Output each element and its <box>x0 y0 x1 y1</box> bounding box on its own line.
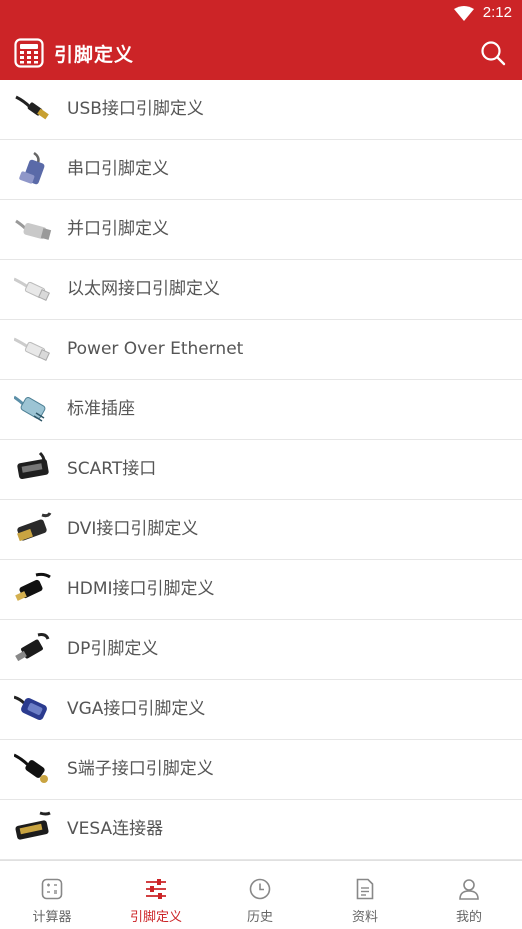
connector-list: USB接口引脚定义 串口引脚定义 并口引脚定义 以太网接口引脚定义 Power … <box>0 80 522 860</box>
dvi-cable-icon <box>17 512 52 542</box>
list-item-label: VGA接口引脚定义 <box>67 699 206 719</box>
list-item-rj-socket[interactable]: 标准插座 <box>0 380 522 440</box>
rj-connector-icon <box>14 395 46 422</box>
serial-port-icon <box>19 151 45 185</box>
tab-label: 引脚定义 <box>129 910 182 925</box>
sliders-icon <box>146 879 166 899</box>
parallel-port-icon <box>15 219 52 240</box>
s-video-cable-icon <box>14 753 48 783</box>
tab-label: 历史 <box>246 910 273 925</box>
vga-cable-icon <box>14 695 47 721</box>
list-item-parallel[interactable]: 并口引脚定义 <box>0 200 522 260</box>
list-item-label: 串口引脚定义 <box>67 159 169 179</box>
tab-calculator[interactable]: 计算器 <box>0 861 104 929</box>
app-bar: 引脚定义 <box>0 28 522 80</box>
list-item-label: DP引脚定义 <box>67 639 159 659</box>
hdmi-cable-icon <box>15 572 51 601</box>
usb-cable-icon <box>15 95 49 120</box>
list-item-hdmi[interactable]: HDMI接口引脚定义 <box>0 560 522 620</box>
list-item-s-video[interactable]: S端子接口引脚定义 <box>0 740 522 800</box>
tab-history[interactable]: 历史 <box>208 861 312 929</box>
list-item-label: VESA连接器 <box>67 819 164 839</box>
search-icon[interactable] <box>480 40 506 66</box>
tab-profile[interactable]: 我的 <box>417 861 521 929</box>
list-item-label: 标准插座 <box>67 399 135 419</box>
user-icon <box>459 879 479 900</box>
list-item-label: USB接口引脚定义 <box>67 99 204 119</box>
list-item-poe[interactable]: Power Over Ethernet <box>0 320 522 380</box>
list-item-label: Power Over Ethernet <box>67 339 244 359</box>
calculator-icon <box>41 878 63 900</box>
list-item-label: S端子接口引脚定义 <box>67 759 214 779</box>
page-title: 引脚定义 <box>54 44 135 66</box>
ethernet-cable-icon <box>14 277 50 301</box>
list-item-vga[interactable]: VGA接口引脚定义 <box>0 680 522 740</box>
list-item-serial[interactable]: 串口引脚定义 <box>0 140 522 200</box>
list-item-label: 并口引脚定义 <box>67 219 169 239</box>
tab-documents[interactable]: 资料 <box>313 861 417 929</box>
list-item-scart[interactable]: SCART接口 <box>0 440 522 500</box>
list-item-usb[interactable]: USB接口引脚定义 <box>0 80 522 140</box>
list-item-vesa[interactable]: VESA连接器 <box>0 800 522 860</box>
scart-connector-icon <box>17 451 49 480</box>
clock-icon <box>249 878 271 900</box>
list-item-displayport[interactable]: DP引脚定义 <box>0 620 522 680</box>
tab-pin-definition[interactable]: 引脚定义 <box>104 861 208 929</box>
bottom-tab-bar: 计算器 引脚定义 历史 资料 我的 <box>0 860 522 929</box>
list-item-label: HDMI接口引脚定义 <box>67 579 215 599</box>
tab-label: 我的 <box>455 910 482 925</box>
list-item-label: DVI接口引脚定义 <box>67 519 199 539</box>
list-item-label: 以太网接口引脚定义 <box>67 279 220 299</box>
list-item-ethernet[interactable]: 以太网接口引脚定义 <box>0 260 522 320</box>
document-icon <box>356 878 374 900</box>
vesa-connector-icon <box>15 811 51 840</box>
tab-label: 资料 <box>351 910 378 925</box>
wifi-icon <box>454 6 474 21</box>
poe-cable-icon <box>14 337 50 361</box>
list-item-label: SCART接口 <box>67 459 157 479</box>
displayport-cable-icon <box>15 633 50 662</box>
calculator-app-icon <box>14 38 44 68</box>
status-time: 2:12 <box>482 4 512 21</box>
list-item-dvi[interactable]: DVI接口引脚定义 <box>0 500 522 560</box>
tab-label: 计算器 <box>32 910 72 925</box>
status-bar: 2:12 <box>0 0 522 28</box>
